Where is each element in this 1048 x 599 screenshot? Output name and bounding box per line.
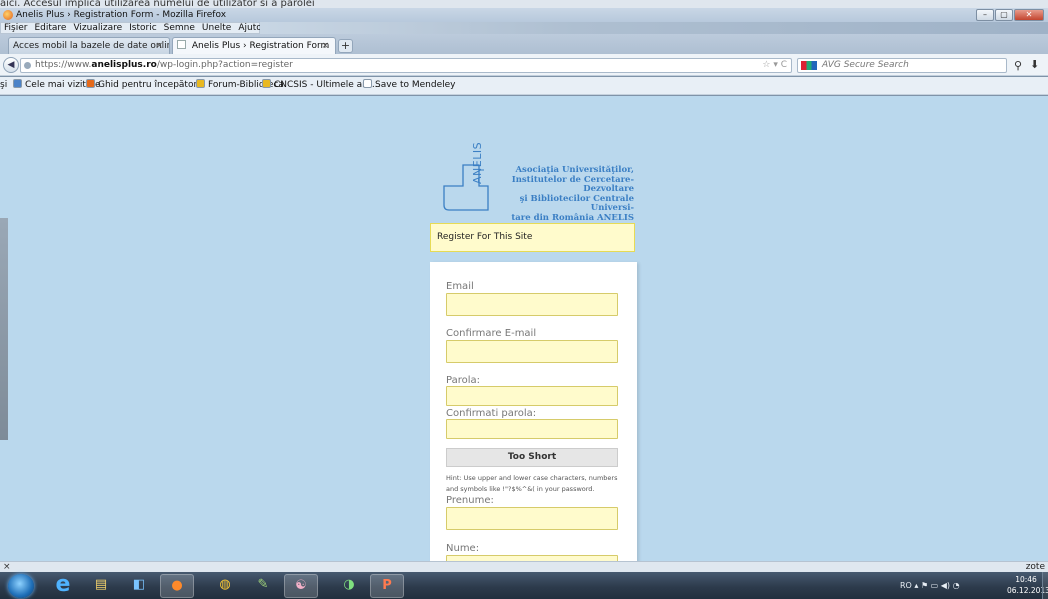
close-addon-bar-icon[interactable]: × [3, 562, 11, 572]
menu-tools[interactable]: Unelte [202, 23, 231, 33]
tab-close-icon[interactable]: × [321, 38, 329, 54]
screen: aici. Accesul implica utilizarea numelui… [0, 0, 1048, 599]
zotero-button[interactable]: zote [1026, 562, 1045, 572]
system-tray[interactable]: RO ▴ ⚑ ▭ ◀) ◔ [900, 572, 960, 599]
background-window-edge [0, 218, 8, 440]
page-content: ANELIS Asociaţia Universităţilor, Instit… [0, 96, 1048, 561]
url-controls[interactable]: ☆ ▾ C [762, 59, 787, 72]
menu-view[interactable]: Vizualizare [73, 23, 122, 33]
url-domain: anelisplus.ro [91, 60, 157, 70]
back-button[interactable]: ◀ [3, 57, 19, 73]
messenger-icon[interactable]: ☯ [284, 574, 318, 598]
navigation-bar: ◀ https://www.anelisplus.ro/wp-login.php… [0, 54, 1048, 76]
register-message: Register For This Site [430, 223, 635, 252]
registration-form: Email Confirmare E-mail Parola: Confirma… [430, 262, 637, 561]
start-button[interactable] [8, 574, 34, 598]
password-hint: Hint: Use upper and lower case character… [446, 474, 618, 493]
search-placeholder: AVG Secure Search [822, 60, 909, 70]
tab-acces-mobil[interactable]: Acces mobil la bazele de date online ...… [8, 37, 170, 54]
firefox-icon [3, 10, 13, 20]
tab-label: Acces mobil la bazele de date online ... [13, 41, 169, 51]
chrome-icon[interactable]: ◍ [208, 574, 242, 598]
bookmark-label: Ghid pentru începători [98, 80, 200, 90]
logo-vertical-text: ANELIS [471, 142, 484, 184]
first-name-label: Prenume: [446, 495, 494, 506]
confirm-password-label: Confirmati parola: [446, 408, 537, 419]
password-label: Parola: [446, 375, 480, 386]
page-favicon-icon [177, 40, 186, 49]
last-name-label: Nume: [446, 543, 480, 554]
background-window-text: aici. Accesul implica utilizarea numelui… [0, 0, 1048, 8]
firefox-taskbar-icon[interactable]: ● [160, 574, 194, 598]
logo-line: Institutelor de Cercetare-Dezvoltare [511, 174, 634, 194]
bookmarks-toolbar: şi Cele mai vizitate Ghid pentru începăt… [0, 77, 1048, 95]
anelis-logo[interactable]: ANELIS Asociaţia Universităţilor, Instit… [441, 142, 636, 232]
url-prefix: https://www. [35, 60, 92, 70]
clock-time: 10:46 [1015, 575, 1037, 584]
powerpoint-icon[interactable]: P [370, 574, 404, 598]
first-name-field[interactable] [446, 507, 618, 530]
windows-taskbar: e ▤ ◧ ● ◍ ✎ ☯ ◑ P RO ▴ ⚑ ▭ ◀) ◔ 10:46 06… [0, 572, 1048, 599]
email-label: Email [446, 281, 474, 292]
avg-search-icon[interactable] [801, 61, 817, 70]
page-icon [363, 79, 372, 88]
minimize-button[interactable]: – [976, 9, 994, 21]
menu-edit[interactable]: Editare [34, 23, 66, 33]
internet-explorer-icon[interactable]: e [46, 574, 80, 598]
window-controls: – ▢ ✕ [976, 9, 1044, 21]
menu-history[interactable]: Istoric [129, 23, 157, 33]
background-window-strip [260, 22, 1048, 34]
rss-icon [262, 79, 271, 88]
bookmark-folder-icon [13, 79, 22, 88]
addon-bar: × zote [0, 561, 1048, 572]
password-strength-indicator: Too Short [446, 448, 618, 467]
url-path: /wp-login.php?action=register [156, 60, 293, 70]
logo-line: şi Bibliotecilor Centrale Universi- [519, 193, 634, 213]
confirm-password-field[interactable] [446, 419, 618, 439]
url-bar[interactable]: https://www.anelisplus.ro/wp-login.php?a… [20, 58, 792, 73]
tab-label: Anelis Plus › Registration Form [191, 41, 330, 51]
menu-file[interactable]: Fişier [4, 23, 27, 33]
password-field[interactable] [446, 386, 618, 406]
confirm-email-label: Confirmare E-mail [446, 328, 537, 339]
bookmark-label: Save to Mendeley [375, 80, 456, 90]
close-window-button[interactable]: ✕ [1014, 9, 1044, 21]
bookmark-mendeley[interactable]: Save to Mendeley [363, 77, 455, 94]
maximize-button[interactable]: ▢ [995, 9, 1013, 21]
site-identity-icon[interactable] [24, 62, 31, 69]
window-titlebar[interactable]: Anelis Plus › Registration Form - Mozill… [0, 8, 1048, 22]
new-tab-button[interactable]: + [338, 39, 353, 53]
menu-bar: Fişier Editare Vizualizare Istoric Semne… [0, 22, 265, 55]
paint-icon[interactable]: ✎ [246, 574, 280, 598]
search-input[interactable]: AVG Secure Search [797, 58, 1007, 73]
firefox-icon [86, 79, 95, 88]
logo-word: ANELIS [471, 141, 484, 184]
network-app-icon[interactable]: ◑ [332, 574, 366, 598]
bookmark-fragment: şi [0, 80, 8, 90]
show-desktop-button[interactable] [1042, 572, 1048, 599]
menu-bookmarks[interactable]: Semne de carte [164, 23, 195, 55]
clock-date: 06.12.2013 [1007, 586, 1048, 595]
search-icon[interactable]: ⚲ [1014, 59, 1022, 72]
taskbar-clock[interactable]: 10:46 06.12.2013 [1007, 574, 1048, 596]
tab-registration-form[interactable]: Anelis Plus › Registration Form × [172, 37, 336, 54]
rss-icon [196, 79, 205, 88]
window-title: Anelis Plus › Registration Form - Mozill… [16, 10, 227, 20]
tab-strip: Acces mobil la bazele de date online ...… [0, 34, 1048, 54]
email-field[interactable] [446, 293, 618, 316]
download-icon[interactable]: ⬇ [1030, 58, 1039, 71]
file-explorer-icon[interactable]: ▤ [84, 574, 118, 598]
media-player-icon[interactable]: ◧ [122, 574, 156, 598]
confirm-email-field[interactable] [446, 340, 618, 363]
bookmark-getting-started[interactable]: Ghid pentru începători [86, 77, 200, 94]
tab-close-icon[interactable]: × [155, 38, 163, 54]
